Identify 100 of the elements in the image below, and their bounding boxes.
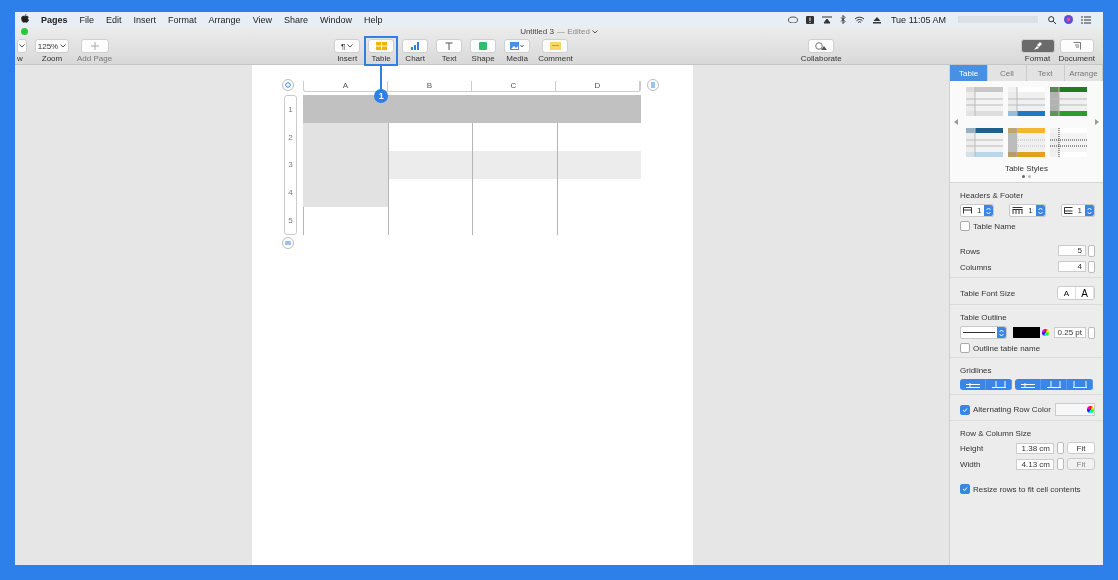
column-letter[interactable]: B	[388, 81, 472, 91]
shape-button[interactable]	[470, 39, 497, 53]
row-number[interactable]: 2	[285, 123, 296, 152]
checkbox[interactable]	[960, 343, 970, 353]
number-field[interactable]: 5	[1058, 245, 1086, 256]
gridline-icon	[1072, 381, 1087, 388]
chart-button[interactable]	[402, 39, 429, 53]
table-style-drawing	[1008, 128, 1045, 157]
zoom-window-button[interactable]	[21, 28, 28, 35]
size-field[interactable]: 1.38 cm	[1016, 442, 1054, 454]
table-cell[interactable]	[387, 151, 472, 179]
gridline-button[interactable]	[960, 379, 986, 390]
add-column-button[interactable]	[647, 79, 659, 91]
airplay-icon[interactable]	[821, 15, 832, 24]
menu-item[interactable]: File	[73, 14, 101, 25]
right-arrow-icon[interactable]	[1095, 119, 1099, 125]
checkbox[interactable]	[960, 404, 970, 415]
stepper-arrows[interactable]	[1057, 458, 1064, 470]
comment-button[interactable]	[542, 39, 569, 53]
stepper-arrows[interactable]	[1088, 245, 1095, 257]
font-size-button[interactable]: A	[1076, 287, 1094, 299]
column-letter[interactable]: D	[556, 81, 640, 91]
table-cell[interactable]	[556, 95, 641, 123]
checkbox[interactable]	[960, 221, 970, 231]
zoom-dropdown[interactable]: 125%	[35, 39, 69, 53]
table-cell[interactable]	[303, 123, 388, 151]
collaborate-button[interactable]	[808, 39, 835, 53]
menu-item[interactable]: Help	[358, 14, 389, 25]
table-button[interactable]	[368, 39, 395, 53]
size-field[interactable]: 4.13 cm	[1016, 458, 1054, 470]
page-dot[interactable]	[1028, 175, 1031, 178]
format-button[interactable]	[1020, 39, 1055, 53]
header-stepper[interactable]: 1	[960, 204, 995, 217]
table-style-thumbnail[interactable]	[1050, 128, 1087, 157]
inspector-tab[interactable]: Arrange	[1064, 65, 1103, 81]
table-handle[interactable]	[282, 79, 294, 91]
table-style-thumbnail[interactable]	[1008, 87, 1045, 116]
table-cell[interactable]	[303, 179, 388, 207]
table-style-thumbnail[interactable]	[1008, 128, 1045, 157]
left-arrow-icon[interactable]	[954, 119, 958, 125]
search-icon[interactable]	[1048, 15, 1056, 24]
stepper-arrows[interactable]	[1088, 261, 1095, 273]
wifi-icon[interactable]	[853, 15, 865, 24]
font-size-button[interactable]: A	[1058, 287, 1076, 299]
table-cell[interactable]	[303, 95, 388, 123]
checkbox-label: Table Name	[973, 221, 1016, 231]
text-button[interactable]	[436, 39, 463, 53]
add-page-button[interactable]	[80, 39, 109, 53]
field-label: Width	[960, 459, 981, 469]
alert-icon[interactable]	[805, 15, 814, 24]
row-number[interactable]: 4	[285, 178, 296, 207]
row-number[interactable]: 5	[285, 206, 296, 234]
inspector-tab[interactable]: Text	[1026, 65, 1065, 81]
view-button[interactable]	[17, 39, 27, 53]
menu-item[interactable]: Arrange	[202, 14, 247, 25]
number-field[interactable]: 4	[1058, 261, 1086, 272]
clock[interactable]: Tue 11:05 AM	[884, 14, 952, 25]
siri-icon[interactable]	[1064, 15, 1073, 24]
inspector-tab[interactable]: Cell	[988, 65, 1027, 81]
menu-item[interactable]: Share	[278, 14, 314, 25]
apple-icon[interactable]	[21, 14, 29, 23]
table-cell[interactable]	[556, 151, 641, 179]
row-number[interactable]: 3	[285, 151, 296, 179]
insert-button[interactable]: ¶	[334, 39, 361, 53]
table-cell[interactable]	[472, 151, 557, 179]
color-wheel-icon[interactable]	[1041, 329, 1049, 336]
stepper-arrows[interactable]	[1057, 442, 1064, 454]
fit-button[interactable]: Fit	[1067, 442, 1095, 454]
table-style-thumbnail[interactable]	[966, 87, 1003, 116]
menu-item[interactable]: Window	[314, 14, 359, 25]
color-wheel-icon[interactable]	[1087, 406, 1094, 413]
gridline-button[interactable]	[986, 379, 1012, 390]
table-style-thumbnail[interactable]	[1050, 87, 1087, 116]
checkbox[interactable]	[960, 484, 970, 494]
stepper-arrows[interactable]	[1088, 326, 1095, 339]
eject-icon[interactable]	[872, 15, 881, 24]
menu-item[interactable]: Edit	[100, 14, 128, 25]
menu-item[interactable]: Insert	[127, 14, 163, 25]
bluetooth-icon[interactable]	[839, 15, 846, 24]
media-button[interactable]	[504, 39, 531, 53]
gridline-button[interactable]	[1067, 379, 1093, 390]
header-stepper[interactable]: 1	[1060, 204, 1095, 217]
menu-item[interactable]: View	[246, 14, 278, 25]
column-letter[interactable]: A	[304, 81, 388, 91]
table-style-thumbnail[interactable]	[966, 128, 1003, 157]
gridline-button[interactable]	[1015, 379, 1041, 390]
row-number[interactable]: 1	[285, 96, 296, 124]
add-row-button[interactable]	[282, 237, 294, 249]
app-menu[interactable]: Pages	[35, 14, 74, 25]
column-letter[interactable]: C	[472, 81, 556, 91]
document-button[interactable]	[1059, 39, 1094, 53]
gridline-button[interactable]	[1041, 379, 1067, 390]
outline-width-field[interactable]: 0.25 pt	[1054, 326, 1086, 338]
color-well[interactable]	[1055, 403, 1095, 416]
list-icon[interactable]	[1081, 15, 1091, 24]
color-swatch[interactable]	[1012, 327, 1040, 338]
header-stepper[interactable]: 1	[1009, 204, 1046, 217]
page-dot[interactable]	[1022, 175, 1025, 178]
line-style-dropdown[interactable]	[960, 326, 1007, 339]
menu-item[interactable]: Format	[162, 14, 203, 25]
